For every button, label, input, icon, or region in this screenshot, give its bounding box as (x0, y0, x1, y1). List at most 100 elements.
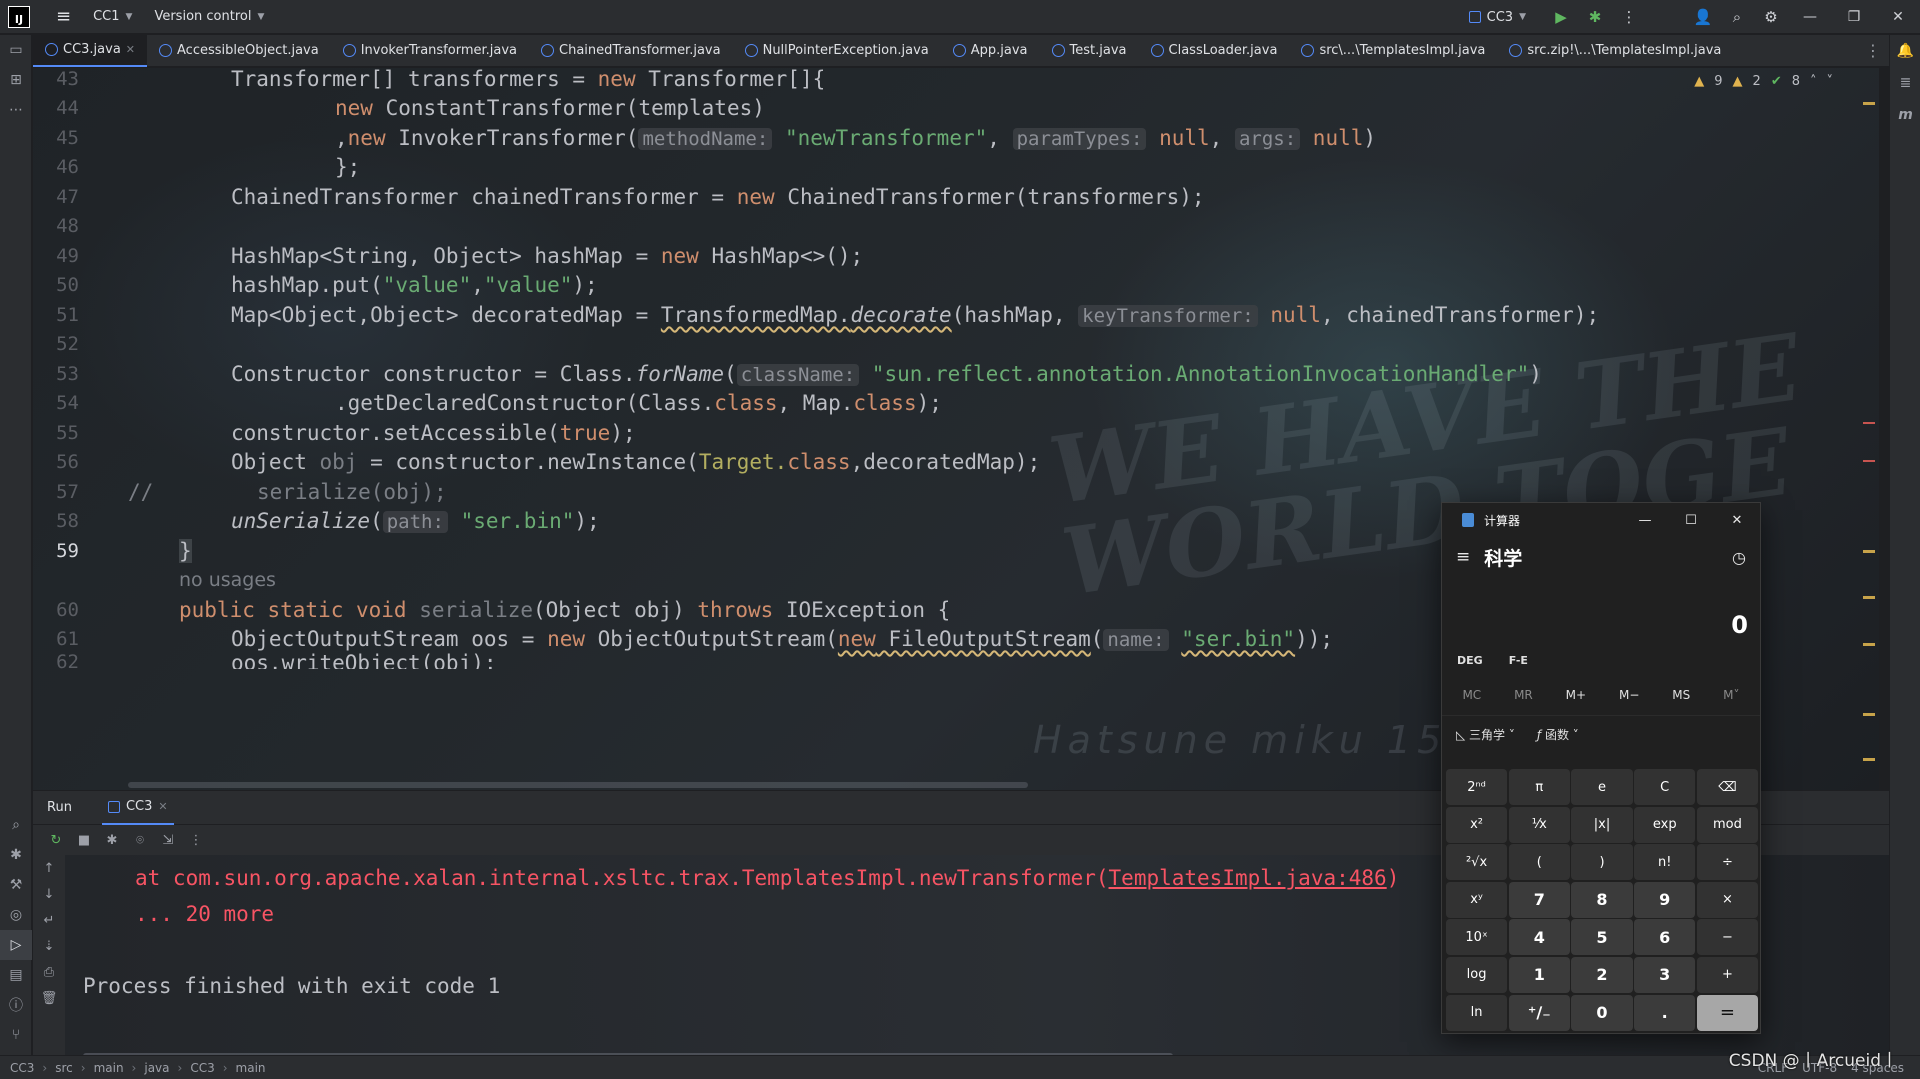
tab-app[interactable]: App.java (941, 35, 1040, 67)
tab-templatesimpl-src[interactable]: src\...\TemplatesImpl.java (1289, 35, 1497, 67)
tab-accessibleobject[interactable]: AccessibleObject.java (147, 35, 331, 67)
breadcrumb-item[interactable]: java (144, 1061, 169, 1075)
tab-invokertransformer[interactable]: InvokerTransformer.java (331, 35, 529, 67)
breadcrumb-item[interactable]: main (94, 1061, 124, 1075)
digit-5-button[interactable]: 5 (1571, 919, 1633, 956)
project-selector[interactable]: CC1 ▼ (93, 9, 132, 24)
digit-3-button[interactable]: 3 (1634, 956, 1696, 993)
rerun-icon[interactable]: ↻ (45, 829, 67, 851)
run-config-selector[interactable]: CC3 ▼ (1468, 10, 1526, 25)
functions-dropdown[interactable]: ƒ 函数 ˅ (1537, 726, 1579, 743)
camera-icon[interactable]: ⌾ (129, 829, 151, 851)
memory-list-button[interactable]: M˅ (1723, 688, 1739, 702)
multiply-button[interactable]: × (1696, 881, 1758, 918)
pi-button[interactable]: π (1508, 769, 1570, 805)
soft-wrap-icon[interactable]: ↵ (33, 907, 65, 933)
stacktrace-link[interactable]: TemplatesImpl.java:486 (1109, 866, 1387, 890)
breadcrumb-item[interactable]: CC3 (10, 1061, 34, 1075)
account-icon[interactable]: 👤 (1686, 0, 1720, 34)
memory-subtract-button[interactable]: M− (1619, 688, 1639, 702)
digit-1-button[interactable]: 1 (1508, 956, 1570, 993)
tab-cc3[interactable]: CC3.java ✕ (33, 34, 148, 67)
ln-button[interactable]: ln (1446, 994, 1508, 1031)
warning-marker[interactable] (1863, 550, 1875, 553)
history-icon[interactable]: ◷ (1732, 548, 1746, 567)
structure-icon[interactable]: ⊞ (0, 65, 32, 95)
scroll-to-end-icon[interactable]: ⇣ (33, 933, 65, 959)
digit-6-button[interactable]: 6 (1634, 919, 1696, 956)
breadcrumb-item[interactable]: src (55, 1061, 73, 1075)
intellij-logo-icon[interactable]: IJ (8, 5, 30, 28)
tab-templatesimpl-zip[interactable]: src.zip!\...\TemplatesImpl.java (1497, 35, 1733, 67)
version-control-menu[interactable]: Version control ▼ (154, 9, 264, 24)
error-marker[interactable] (1863, 422, 1875, 424)
exp-button[interactable]: exp (1634, 806, 1696, 843)
database-icon[interactable]: ≣ (1890, 67, 1920, 99)
digit-9-button[interactable]: 9 (1634, 881, 1696, 918)
mod-button[interactable]: mod (1696, 806, 1758, 843)
tab-nullpointerexception[interactable]: NullPointerException.java (733, 35, 941, 67)
stop-icon[interactable]: ■ (73, 829, 95, 851)
ten-power-button[interactable]: 10ˣ (1446, 919, 1508, 956)
warning-marker[interactable] (1863, 643, 1875, 646)
add-button[interactable]: + (1696, 956, 1758, 993)
equals-button[interactable]: = (1696, 994, 1758, 1031)
power-button[interactable]: xʸ (1446, 881, 1508, 918)
warning-marker[interactable] (1863, 102, 1875, 105)
scroll-down-icon[interactable]: ↓ (33, 881, 65, 907)
decimal-button[interactable]: . (1634, 994, 1696, 1031)
print-icon[interactable]: ⎙ (33, 959, 65, 985)
memory-recall-button[interactable]: MR (1514, 688, 1533, 702)
open-paren-button[interactable]: ( (1508, 844, 1570, 881)
log-button[interactable]: log (1446, 956, 1508, 993)
run-icon[interactable]: ▶ (1544, 0, 1578, 34)
debug-rerun-icon[interactable]: ✱ (101, 829, 123, 851)
close-button[interactable]: ✕ (1714, 503, 1760, 537)
warning-marker[interactable] (1863, 596, 1875, 599)
negate-button[interactable]: ⁺∕₋ (1508, 994, 1570, 1031)
absolute-button[interactable]: |x| (1571, 806, 1633, 843)
scroll-up-icon[interactable]: ↑ (33, 855, 65, 881)
memory-store-button[interactable]: MS (1672, 688, 1690, 702)
close-paren-button[interactable]: ) (1571, 844, 1633, 881)
minimize-button[interactable]: — (1622, 503, 1668, 537)
memory-add-button[interactable]: M+ (1566, 688, 1586, 702)
services-icon[interactable]: ◎ (0, 900, 32, 930)
tab-classloader[interactable]: ClassLoader.java (1139, 35, 1290, 67)
maven-icon[interactable]: m (1890, 99, 1920, 131)
digit-8-button[interactable]: 8 (1571, 881, 1633, 918)
square-root-button[interactable]: ²√x (1446, 844, 1508, 881)
horizontal-scrollbar[interactable] (128, 782, 1028, 788)
e-button[interactable]: e (1571, 769, 1633, 805)
navigation-menu-icon[interactable]: ≡ (1456, 547, 1470, 567)
more-options-icon[interactable]: ⋮ (185, 829, 207, 851)
project-folder-icon[interactable]: ▭ (0, 35, 32, 65)
run-tool-icon[interactable]: ▷ (0, 930, 32, 960)
settings-gear-icon[interactable]: ⚙ (1754, 0, 1788, 34)
run-tab-cc3[interactable]: CC3 ✕ (101, 791, 174, 825)
trigonometry-dropdown[interactable]: ◺ 三角学 ˅ (1456, 726, 1515, 743)
square-button[interactable]: x² (1446, 806, 1508, 843)
search-icon[interactable]: ⌕ (1720, 0, 1754, 34)
digit-7-button[interactable]: 7 (1508, 881, 1570, 918)
breadcrumb-item[interactable]: CC3 (190, 1061, 214, 1075)
close-tab-icon[interactable]: ✕ (126, 43, 135, 56)
tab-test[interactable]: Test.java (1040, 35, 1139, 67)
warning-marker[interactable] (1863, 758, 1875, 761)
more-actions-icon[interactable]: ⋮ (1612, 0, 1646, 34)
maximize-button[interactable]: ☐ (1668, 503, 1714, 537)
angle-unit-button[interactable]: DEG (1457, 654, 1483, 667)
close-tab-icon[interactable]: ✕ (158, 800, 167, 813)
divide-button[interactable]: ÷ (1696, 844, 1758, 881)
debug-icon[interactable]: ✱ (1578, 0, 1612, 34)
git-icon[interactable]: ⑂ (0, 1020, 32, 1050)
clear-button[interactable]: C (1634, 769, 1696, 805)
notifications-icon[interactable]: 🔔 (1890, 35, 1920, 67)
digit-2-button[interactable]: 2 (1571, 956, 1633, 993)
terminal-icon[interactable]: ▤ (0, 960, 32, 990)
warning-marker[interactable] (1863, 713, 1875, 716)
debug-tool-icon[interactable]: ✱ (0, 840, 32, 870)
chevron-down-icon[interactable]: ˅ (1827, 74, 1834, 89)
close-button[interactable]: ✕ (1876, 0, 1920, 34)
factorial-button[interactable]: n! (1634, 844, 1696, 881)
